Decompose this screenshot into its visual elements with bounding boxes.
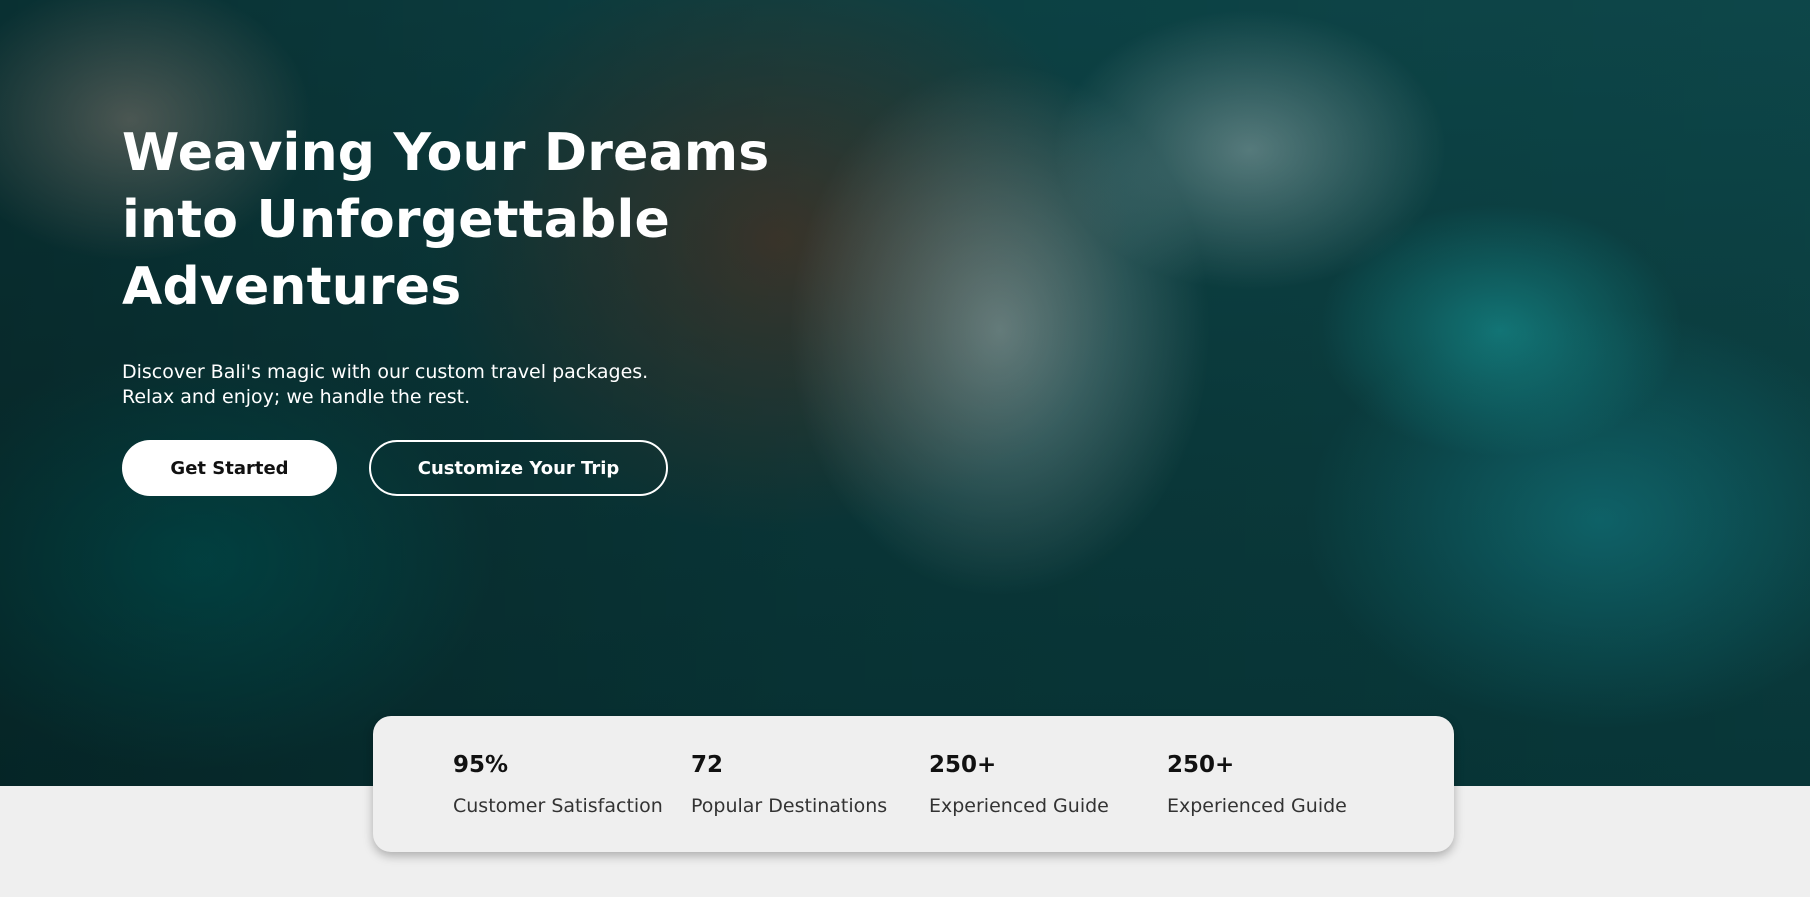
stat-value: 72 <box>691 752 724 778</box>
hero-content: Weaving Your Dreams into Unforgettable A… <box>122 120 842 496</box>
stat-value: 250+ <box>929 752 997 778</box>
hero-subtitle-line: Discover Bali's magic with our custom tr… <box>122 361 649 383</box>
stat-label: Customer Satisfaction <box>453 795 663 817</box>
get-started-button[interactable]: Get Started <box>122 440 337 496</box>
stat-item: 250+ Experienced Guide <box>929 750 1167 852</box>
cta-row: Get Started Customize Your Trip <box>122 440 842 496</box>
customize-trip-button[interactable]: Customize Your Trip <box>369 440 668 496</box>
hero-title: Weaving Your Dreams into Unforgettable A… <box>122 120 842 321</box>
stats-card: 95% Customer Satisfaction 72 Popular Des… <box>373 716 1454 852</box>
stat-item: 250+ Experienced Guide <box>1167 750 1405 852</box>
stat-label: Experienced Guide <box>1167 795 1347 817</box>
hero-subtitle: Discover Bali's magic with our custom tr… <box>122 360 722 410</box>
stat-value: 95% <box>453 752 509 778</box>
hero-section: Weaving Your Dreams into Unforgettable A… <box>0 0 1810 786</box>
stat-value: 250+ <box>1167 752 1235 778</box>
stat-item: 95% Customer Satisfaction <box>453 750 691 852</box>
hero-title-line: into Unforgettable <box>122 190 670 250</box>
stat-label: Popular Destinations <box>691 795 888 817</box>
stat-label: Experienced Guide <box>929 795 1109 817</box>
stat-item: 72 Popular Destinations <box>691 750 929 852</box>
hero-title-line: Weaving Your Dreams <box>122 123 770 183</box>
hero-subtitle-line: Relax and enjoy; we handle the rest. <box>122 386 471 408</box>
hero-title-line: Adventures <box>122 257 462 317</box>
